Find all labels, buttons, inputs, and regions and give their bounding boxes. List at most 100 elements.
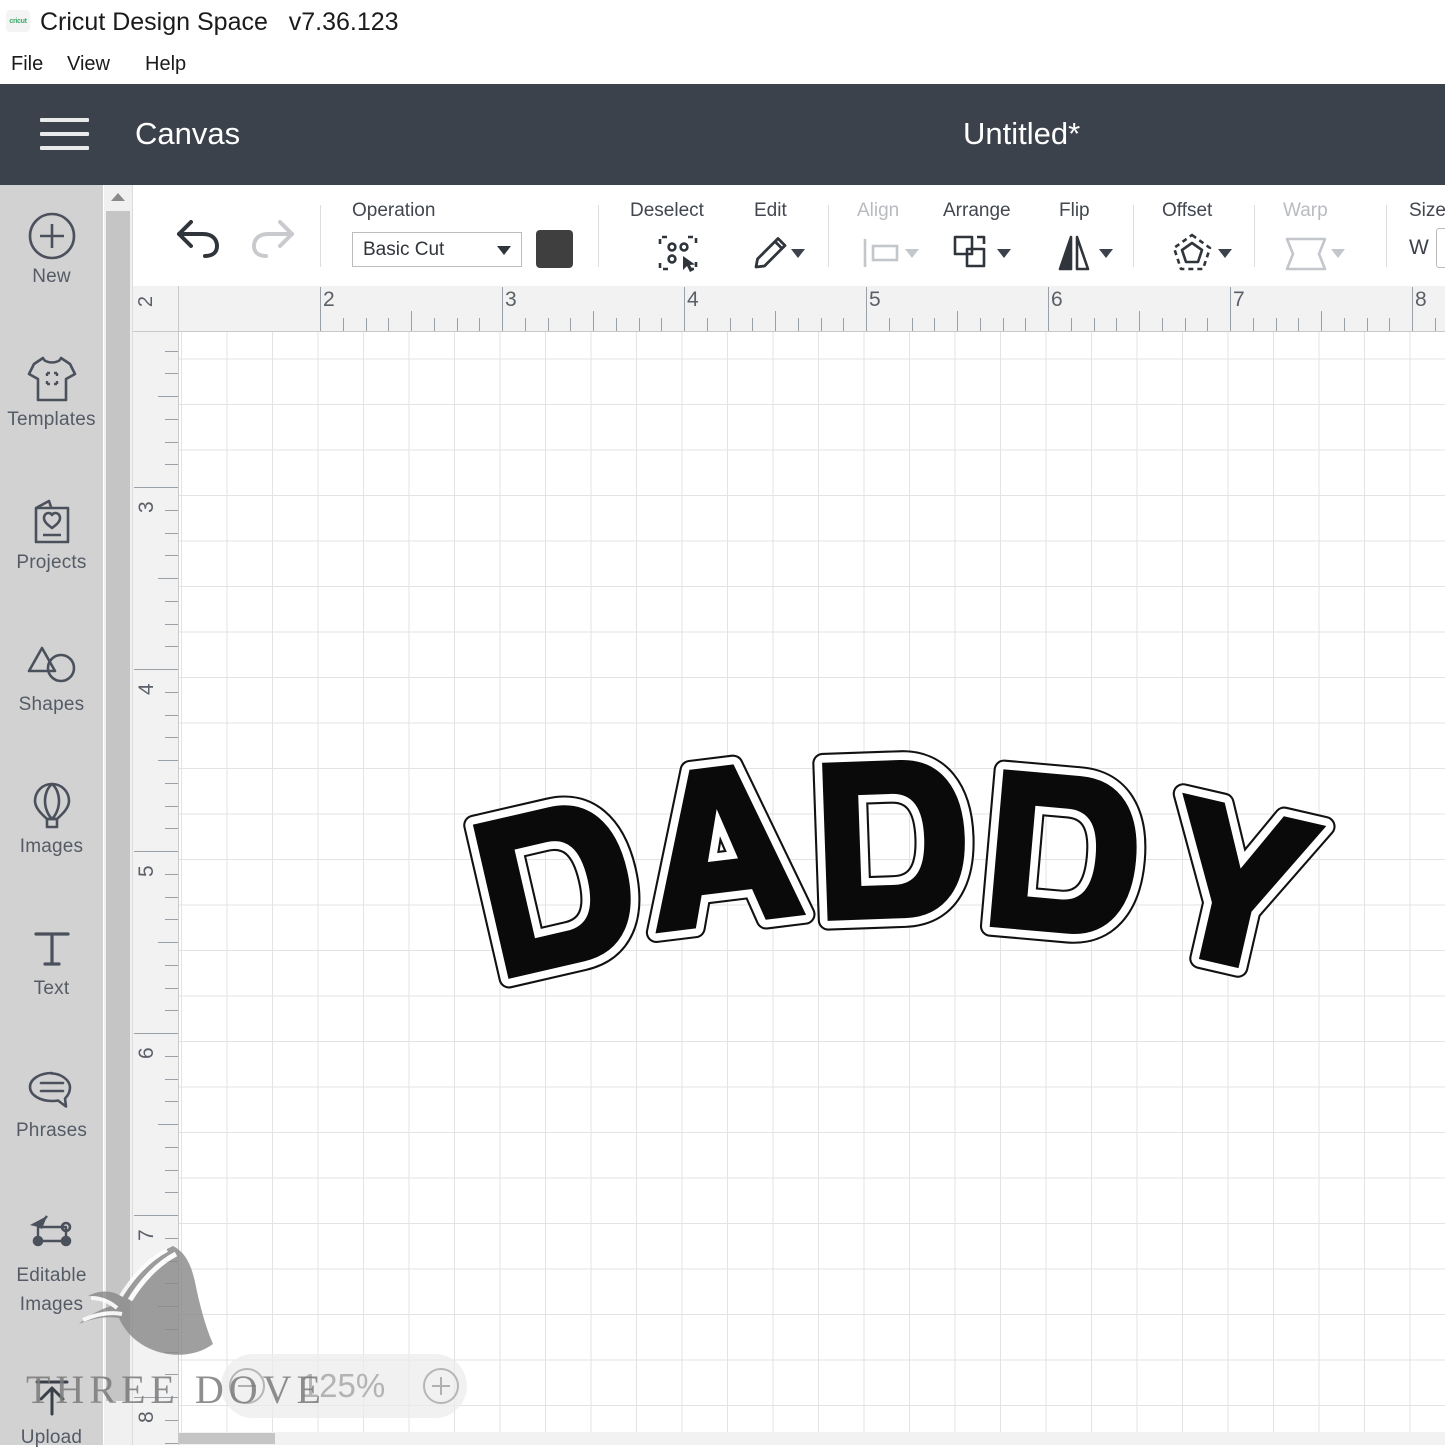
ruler-h-tick	[1343, 318, 1345, 331]
ruler-h-tick	[388, 318, 390, 331]
plus-circle-icon	[0, 207, 103, 265]
menu-item-view[interactable]: View	[67, 44, 110, 84]
ruler-v-label: 8	[135, 1411, 158, 1423]
ruler-h-tick	[1184, 318, 1186, 331]
edit-pencil-icon[interactable]	[750, 233, 794, 280]
operation-color-swatch[interactable]	[536, 230, 573, 268]
sidebar-item-editable-images[interactable]: Editable Images	[0, 1203, 103, 1319]
deselect-icon[interactable]	[654, 232, 702, 281]
ruler-h-tick	[775, 311, 776, 331]
ruler-h-tick	[957, 311, 958, 331]
ruler-v-tick	[165, 1260, 178, 1262]
sidebar-item-upload[interactable]: Upload	[0, 1368, 103, 1450]
shapes-icon	[0, 635, 103, 693]
ruler-v-label: 3	[135, 501, 158, 513]
ruler-h-tick	[479, 318, 481, 331]
hamburger-icon[interactable]	[40, 118, 89, 151]
redo-icon	[246, 210, 302, 267]
operation-chevron-down-icon[interactable]	[497, 246, 511, 255]
sidebar-item-projects[interactable]: Projects	[0, 493, 103, 575]
ruler-v-tick	[134, 1397, 178, 1398]
ruler-h-tick	[1093, 318, 1095, 331]
hscroll-thumb[interactable]	[179, 1433, 275, 1444]
sidebar-item-images[interactable]: Images	[0, 777, 103, 859]
align-chevron-down-icon	[905, 245, 919, 263]
undo-icon[interactable]	[169, 210, 225, 267]
document-title[interactable]: Untitled*	[963, 109, 1080, 159]
offset-chevron-down-icon[interactable]	[1218, 245, 1232, 263]
ruler-h-tick	[433, 318, 435, 331]
offset-label: Offset	[1162, 200, 1213, 221]
sidebar-label-new: New	[32, 266, 71, 287]
ruler-v-tick	[165, 1078, 178, 1080]
ruler-v-tick	[165, 1374, 178, 1376]
canvas-label: Canvas	[135, 116, 241, 151]
menu-item-file[interactable]: File	[11, 44, 43, 84]
app-header: Canvas Untitled*	[0, 84, 1445, 185]
ruler-v-tick	[165, 1419, 178, 1421]
hot-air-balloon-icon	[0, 777, 103, 835]
artwork-daddy[interactable]	[179, 332, 1445, 1445]
ruler-h-tick	[888, 318, 890, 331]
ruler-v-tick	[165, 464, 178, 466]
canvas-horizontal-scrollbar[interactable]	[179, 1432, 1445, 1445]
ruler-v-label: 4	[135, 683, 158, 695]
operation-label: Operation	[352, 200, 436, 221]
operation-select[interactable]: Basic Cut	[352, 232, 522, 267]
ruler-h-tick	[1048, 287, 1049, 331]
zoom-out-button[interactable]	[229, 1368, 265, 1404]
sidebar-item-new[interactable]: New	[0, 207, 103, 289]
offset-icon[interactable]	[1171, 232, 1215, 279]
arrange-chevron-down-icon[interactable]	[997, 245, 1011, 263]
ruler-vertical: 3 4 5 6 7 8	[133, 332, 179, 1445]
warp-label: Warp	[1283, 200, 1328, 221]
ruler-h-tick	[1275, 318, 1277, 331]
ruler-h-tick	[684, 287, 685, 331]
arrange-icon[interactable]	[950, 232, 994, 279]
artwork-letter-d2	[823, 759, 967, 921]
ruler-v-tick	[158, 578, 178, 579]
ruler-v-tick	[165, 1283, 178, 1285]
menu-bar: File View Help	[0, 44, 1445, 84]
scroll-up-arrow-icon[interactable]	[104, 185, 132, 209]
ruler-h-tick	[1230, 287, 1231, 331]
sidebar-scrollbar[interactable]	[104, 185, 133, 1445]
arrange-label: Arrange	[943, 200, 1011, 221]
menu-item-help[interactable]: Help	[145, 44, 186, 84]
ruler-v-tick	[165, 509, 178, 511]
zoom-control[interactable]: 125%	[221, 1354, 467, 1418]
ruler-h-tick	[1161, 318, 1163, 331]
ruler-h-tick	[797, 318, 799, 331]
sidebar-item-text[interactable]: Text	[0, 919, 103, 1001]
sidebar-item-shapes[interactable]: Shapes	[0, 635, 103, 717]
edit-chevron-down-icon[interactable]	[791, 245, 805, 263]
sidebar-label-templates: Templates	[7, 409, 96, 430]
flip-icon[interactable]	[1052, 232, 1096, 279]
align-icon	[860, 235, 904, 276]
ruler-v-tick	[165, 646, 178, 648]
zoom-in-button[interactable]	[423, 1368, 459, 1404]
sidebar-scroll-thumb[interactable]	[106, 211, 130, 1401]
size-width-input[interactable]	[1436, 228, 1445, 268]
flip-chevron-down-icon[interactable]	[1099, 245, 1113, 263]
ruler-h-tick	[979, 318, 981, 331]
design-canvas[interactable]: 125%	[179, 332, 1445, 1445]
ruler-v-tick	[158, 942, 178, 943]
sidebar-label-editable-images: Images	[19, 1294, 84, 1315]
ruler-v-tick	[158, 1306, 178, 1307]
ruler-v-tick	[165, 1442, 178, 1444]
ruler-v-tick	[165, 1237, 178, 1239]
ruler-v-tick	[165, 1328, 178, 1330]
edit-toolbar: Operation Deselect Edit Align Arrange Fl…	[133, 185, 1445, 287]
ruler-h-tick	[1207, 318, 1209, 331]
sidebar-item-phrases[interactable]: Phrases	[0, 1061, 103, 1143]
sidebar-item-templates[interactable]: Templates	[0, 350, 103, 432]
ruler-h-tick	[456, 318, 458, 331]
ruler-v-tick	[165, 828, 178, 830]
ruler-h-tick	[638, 318, 640, 331]
ruler-h-tick	[820, 318, 822, 331]
sidebar-label-upload: Upload	[20, 1427, 83, 1448]
upload-arrow-icon	[0, 1368, 103, 1426]
ruler-v-tick	[165, 1351, 178, 1353]
ruler-h-tick	[593, 311, 594, 331]
